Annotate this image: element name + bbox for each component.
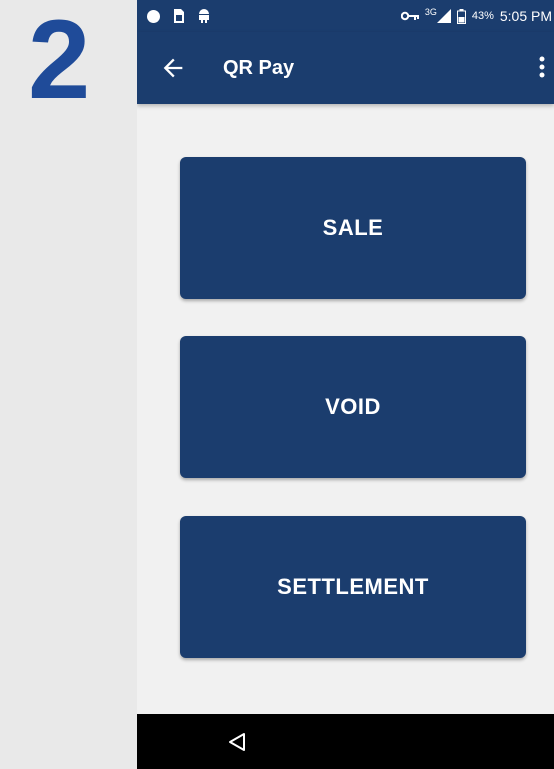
arrow-back-icon[interactable] [159, 54, 187, 82]
step-number: 2 [28, 0, 91, 122]
app-title: QR Pay [223, 57, 295, 79]
circle-icon [147, 9, 160, 23]
navigation-bar [137, 714, 554, 769]
signal-icon [436, 9, 451, 23]
sim-icon [174, 9, 184, 23]
key-icon [400, 11, 419, 21]
android-icon [199, 9, 209, 23]
more-vert-icon[interactable] [536, 54, 548, 82]
settlement-button[interactable]: SETTLEMENT [180, 516, 526, 658]
app-bar: QR Pay [137, 32, 554, 104]
nav-back-icon[interactable] [226, 731, 248, 753]
battery-icon [456, 8, 466, 24]
phone-screen: 3G 43% 5:05 PM QR Pay SALE VOID SETTLEME… [137, 0, 554, 769]
clock-time: 5:05 PM [499, 8, 552, 24]
status-bar: 3G 43% 5:05 PM [137, 0, 554, 32]
battery-percent: 43% [471, 10, 494, 22]
void-button[interactable]: VOID [180, 336, 526, 478]
network-type-label: 3G [424, 7, 437, 17]
sale-button[interactable]: SALE [180, 157, 526, 299]
